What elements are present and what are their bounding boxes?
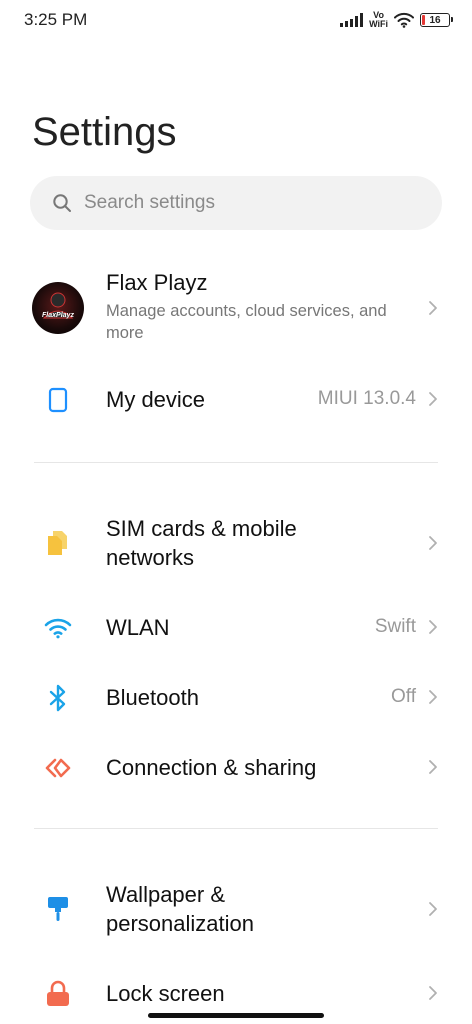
bluetooth-value: Off <box>391 686 416 707</box>
account-subtitle: Manage accounts, cloud services, and mor… <box>106 302 387 342</box>
connection-sharing-row[interactable]: Connection & sharing <box>0 740 472 796</box>
my-device-title: My device <box>106 387 206 412</box>
status-bar: 3:25 PM Vo WiFi 16 <box>0 0 472 40</box>
divider <box>34 462 438 463</box>
chevron-right-icon <box>429 902 437 916</box>
chevron-right-icon <box>429 392 437 406</box>
wlan-title: WLAN <box>106 615 170 640</box>
sim-cards-text: SIM cards & mobile networks <box>106 514 346 572</box>
sim-cards-title: SIM cards & mobile networks <box>106 516 297 570</box>
lock-icon <box>44 980 72 1008</box>
battery-level: 16 <box>429 14 441 26</box>
wlan-row[interactable]: WLAN Swift <box>0 600 472 656</box>
sim-cards-row[interactable]: SIM cards & mobile networks <box>0 510 472 576</box>
my-device-row[interactable]: My device MIUI 13.0.4 <box>0 372 472 428</box>
wallpaper-row[interactable]: Wallpaper & personalization <box>0 876 472 942</box>
wallpaper-text: Wallpaper & personalization <box>106 880 346 938</box>
wifi-status-icon <box>394 12 414 28</box>
page-title: Settings <box>32 110 177 154</box>
lock-screen-title: Lock screen <box>106 981 225 1006</box>
search-input[interactable] <box>84 192 384 214</box>
bluetooth-text: Bluetooth <box>106 683 199 712</box>
chevron-right-icon <box>429 301 437 315</box>
chevron-right-icon <box>429 536 437 550</box>
chevron-right-icon <box>429 760 437 774</box>
connection-sharing-text: Connection & sharing <box>106 753 316 782</box>
chevron-right-icon <box>429 986 437 1000</box>
lock-screen-text: Lock screen <box>106 979 225 1008</box>
vowifi-icon: Vo WiFi <box>369 11 388 29</box>
connection-sharing-icon <box>44 754 72 782</box>
wlan-value: Swift <box>374 616 416 637</box>
wifi-icon <box>44 614 72 642</box>
account-name: Flax Playz <box>106 270 208 295</box>
account-row[interactable]: FlaxPlayz Flax Playz Manage accounts, cl… <box>0 262 472 354</box>
phone-icon <box>44 386 72 414</box>
chevron-right-icon <box>429 620 437 634</box>
wallpaper-icon <box>44 895 72 923</box>
avatar: FlaxPlayz <box>32 282 84 334</box>
battery-icon: 16 <box>420 13 453 27</box>
avatar-label: FlaxPlayz <box>42 312 74 319</box>
connection-sharing-title: Connection & sharing <box>106 755 317 780</box>
status-time: 3:25 PM <box>24 10 88 29</box>
bluetooth-row[interactable]: Bluetooth Off <box>0 670 472 726</box>
divider <box>34 828 438 829</box>
my-device-text: My device <box>106 385 205 414</box>
chevron-right-icon <box>429 690 437 704</box>
signal-icon <box>340 13 364 27</box>
my-device-value: MIUI 13.0.4 <box>317 388 416 409</box>
account-text: Flax Playz Manage accounts, cloud servic… <box>106 268 396 344</box>
bluetooth-title: Bluetooth <box>106 685 199 710</box>
wlan-text: WLAN <box>106 613 170 642</box>
wallpaper-title: Wallpaper & personalization <box>106 882 254 936</box>
status-icons: Vo WiFi 16 <box>340 8 453 32</box>
sim-card-icon <box>44 529 72 557</box>
search-icon <box>53 194 71 212</box>
vowifi-bottom-label: WiFi <box>369 19 388 29</box>
bluetooth-icon <box>44 684 72 712</box>
search-bar[interactable] <box>30 176 442 230</box>
home-indicator[interactable] <box>148 1013 324 1018</box>
